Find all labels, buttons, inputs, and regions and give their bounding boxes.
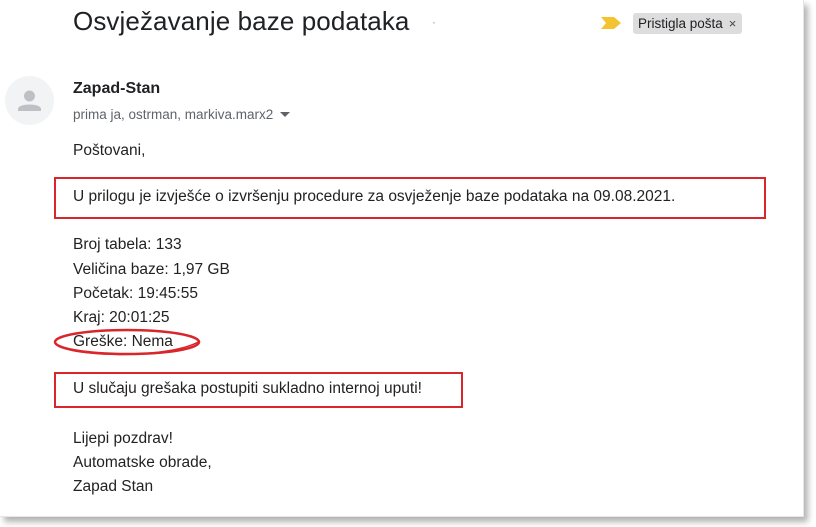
intro-text: U prilogu je izvješće o izvršenju proced… xyxy=(73,188,676,205)
stat-start-time: Početak: 19:45:55 xyxy=(73,285,198,302)
stat-table-count: Broj tabela: 133 xyxy=(73,236,182,253)
close-icon[interactable]: × xyxy=(729,16,737,31)
recipients-text: prima ja, ostrman, markiva.marx2 xyxy=(73,107,274,122)
email-subject: Osvježavanje baze podataka xyxy=(73,6,410,36)
instruction-text: U slučaju grešaka postupiti sukladno int… xyxy=(73,380,422,397)
stat-db-size: Veličina baze: 1,97 GB xyxy=(73,261,230,278)
sender-avatar[interactable] xyxy=(5,76,54,125)
chevron-down-icon[interactable] xyxy=(280,112,291,117)
sender-name: Zapad-Stan xyxy=(73,80,161,97)
closing-line-3: Zapad Stan xyxy=(73,478,154,495)
stat-end-time: Kraj: 20:01:25 xyxy=(73,309,170,326)
person-icon xyxy=(18,90,41,111)
highlight-ellipse-errors xyxy=(53,328,201,356)
closing-line-2: Automatske obrade, xyxy=(73,454,212,471)
greeting-text: Poštovani, xyxy=(73,142,146,159)
inbox-label-text: Pristigla pošta xyxy=(638,16,723,31)
importance-marker-icon[interactable] xyxy=(600,16,622,35)
closing-line-1: Lijepi pozdrav! xyxy=(73,430,173,447)
subject-marker-icon: · xyxy=(432,15,436,29)
email-view: Osvježavanje baze podataka · Pristigla p… xyxy=(0,0,804,517)
recipients-line: prima ja, ostrman, markiva.marx2 xyxy=(73,107,291,122)
inbox-label-chip[interactable]: Pristigla pošta × xyxy=(633,13,743,34)
